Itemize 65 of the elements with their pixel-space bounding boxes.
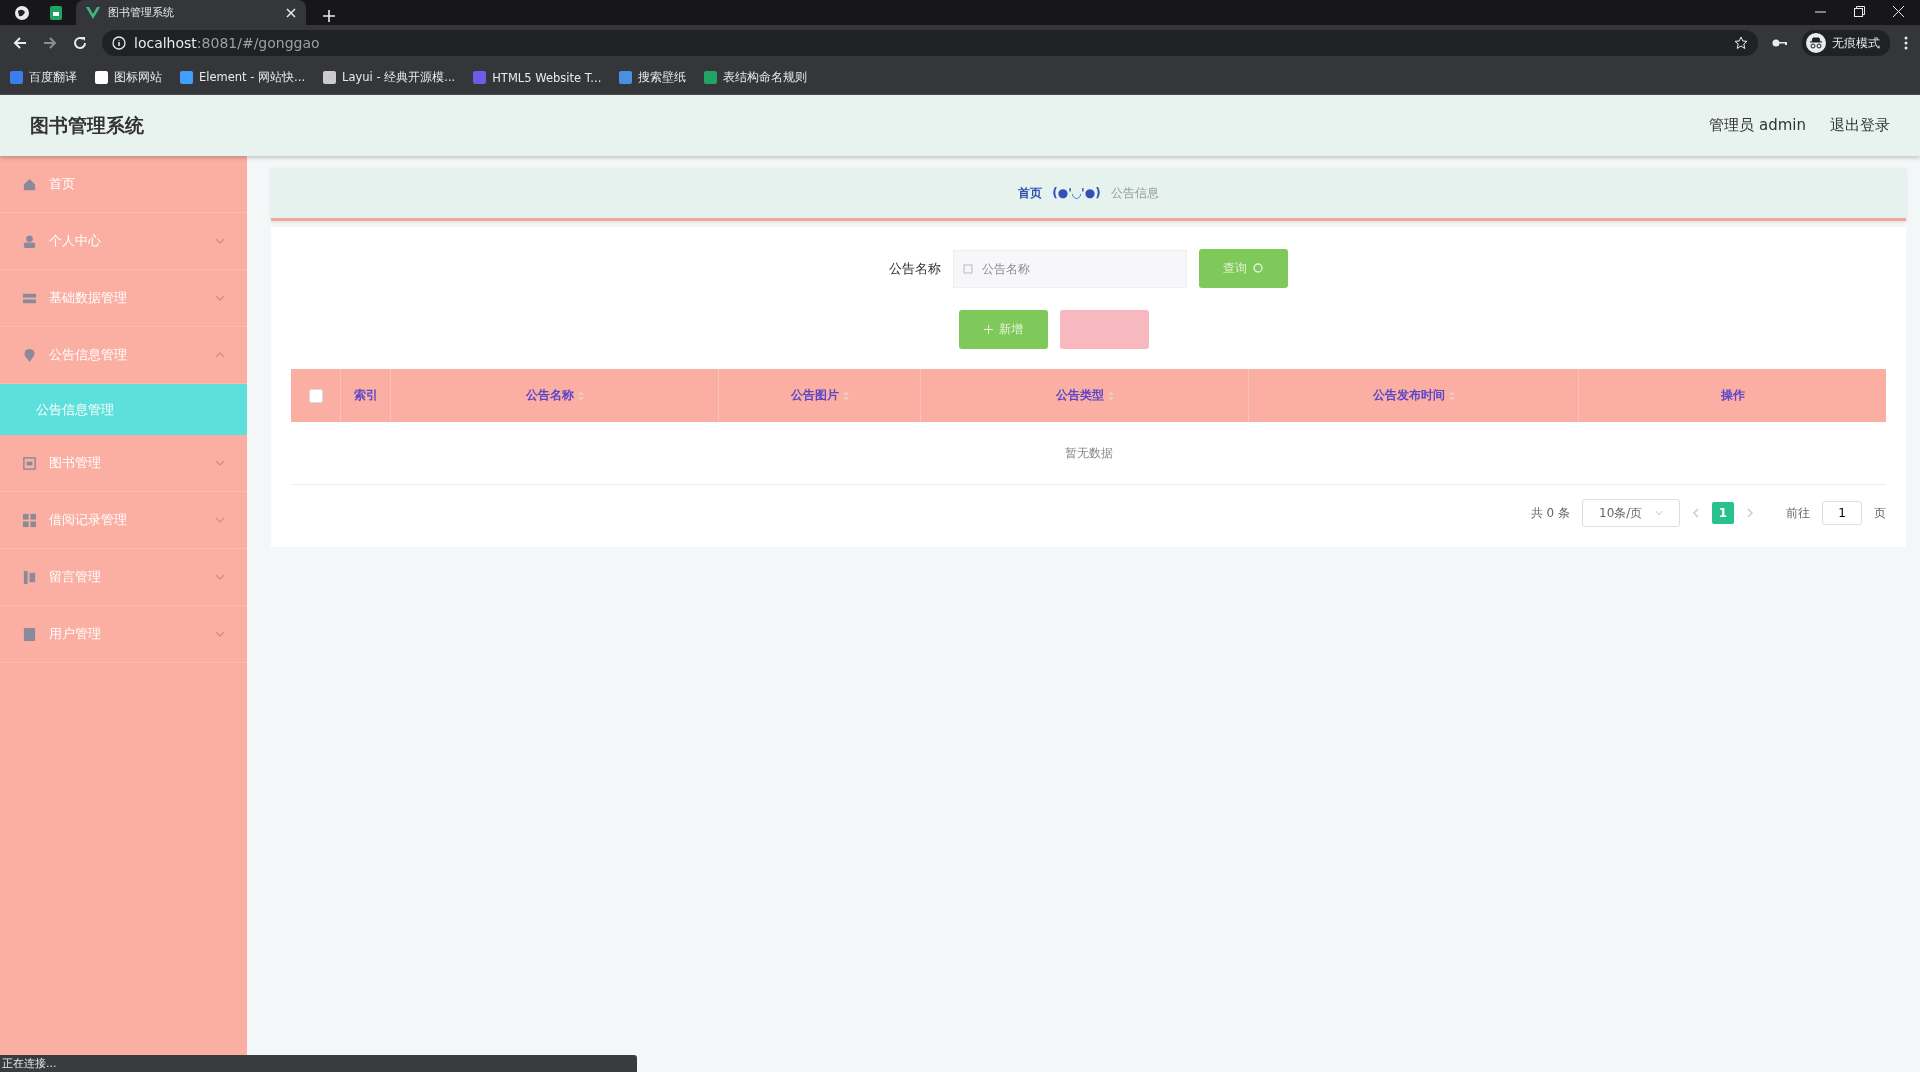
back-icon[interactable] [12, 35, 28, 51]
menu-item-icon [22, 512, 37, 528]
bookmark-icon [619, 71, 633, 84]
new-tab-icon[interactable] [322, 9, 336, 23]
bookmark-icon [10, 71, 23, 84]
menu-icon[interactable] [1904, 36, 1908, 50]
menu-item-icon [22, 626, 37, 642]
bookmark[interactable]: Element - 网站快... [180, 70, 306, 85]
page-input[interactable]: 1 [1822, 501, 1862, 525]
forward-icon[interactable] [42, 35, 58, 51]
menu-item-icon [22, 233, 37, 249]
field-label: 公告名称 [889, 259, 941, 278]
menu-item-icon [22, 176, 37, 192]
incognito-icon [1806, 33, 1826, 53]
address-bar[interactable]: localhost:8081/#/gonggao [102, 30, 1758, 56]
breadcrumb-link[interactable]: 首页 [1018, 184, 1043, 202]
total-count: 共 0 条 [1530, 504, 1570, 522]
user-label: 管理员 admin [1709, 116, 1806, 135]
close-icon[interactable] [286, 7, 296, 18]
bookmark-icon [95, 71, 108, 84]
status-bar: 正在连接... [0, 1055, 637, 1072]
column-header: 公告发布时间 [1372, 387, 1445, 404]
star-icon[interactable] [1734, 36, 1748, 50]
breadcrumb-text: (●'◡'●) [1052, 186, 1101, 200]
column-header: 公告图片 [790, 387, 839, 404]
info-icon[interactable] [112, 36, 126, 50]
tab-title: 图书管理系统 [108, 5, 174, 20]
caret-icon [1655, 510, 1663, 516]
column-header: 公告类型 [1055, 387, 1104, 404]
reload-icon[interactable] [72, 35, 88, 51]
search-icon [1253, 263, 1264, 274]
column-header: 索引 [353, 387, 378, 404]
v-logo-icon [86, 6, 100, 19]
breadcrumb-text: 公告信息 [1110, 184, 1159, 202]
bookmark[interactable]: Layui - 经典开源模... [323, 70, 456, 85]
select-all-checkbox[interactable] [308, 388, 323, 403]
incognito-badge[interactable]: 无痕模式 [1802, 30, 1890, 56]
close-icon[interactable] [1893, 6, 1904, 17]
page-size-select[interactable]: 10条/页 [1582, 499, 1680, 527]
bookmark-icon [704, 71, 718, 84]
app-title: 图书管理系统 [30, 112, 144, 138]
restore-icon[interactable] [1854, 6, 1865, 17]
bookmark[interactable]: HTML5 Website T... [473, 70, 602, 85]
empty-text: 暂无数据 [1064, 444, 1113, 462]
bookmark[interactable]: 搜索壁纸 [619, 70, 687, 85]
bookmark-icon [473, 71, 487, 84]
menu-item-icon [22, 455, 37, 471]
bookmark[interactable]: 百度翻译 [10, 70, 77, 85]
bookmark-icon [323, 71, 337, 84]
menu-item-icon [22, 347, 37, 363]
bookmark[interactable]: 表结构命名规则 [704, 70, 808, 85]
url-text: localhost:8081/#/gonggao [134, 35, 320, 51]
search-field[interactable]: 公告名称 [953, 249, 1187, 288]
page-unit: 页 [1874, 504, 1886, 522]
bookmark-icon [180, 71, 193, 84]
browser-tab[interactable]: 图书管理系统 [76, 0, 306, 25]
column-header: 公告名称 [525, 387, 574, 404]
column-header: 操作 [1720, 387, 1745, 404]
sheet-icon[interactable] [48, 5, 64, 21]
logout-link[interactable]: 退出登录 [1830, 116, 1890, 135]
menu-item-icon [22, 569, 37, 585]
bookmark[interactable]: 图标网站 [95, 70, 162, 85]
key-icon[interactable] [1772, 38, 1788, 48]
goto-label: 前往 [1786, 504, 1810, 522]
plus-icon [983, 325, 993, 334]
